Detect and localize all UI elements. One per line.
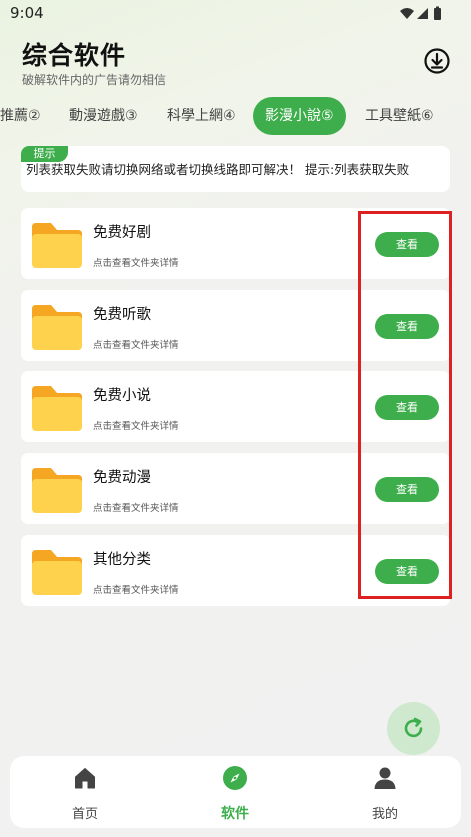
nav-software[interactable]: 软件 bbox=[175, 756, 295, 828]
battery-icon bbox=[434, 8, 441, 20]
nav-label: 我的 bbox=[371, 807, 398, 822]
item-title: 其他分类 bbox=[93, 552, 151, 568]
tab-tools-wallpapers[interactable]: 工具壁紙⑥ bbox=[365, 97, 434, 135]
notice-banner: 提示 列表获取失败请切换网络或者切换线路即可解决！ 提示:列表获取失败 bbox=[21, 146, 450, 192]
item-desc: 点击查看文件夹详情 bbox=[93, 258, 179, 269]
item-desc: 点击查看文件夹详情 bbox=[93, 585, 179, 596]
tab-video-novels[interactable]: 影漫小說⑤ bbox=[253, 97, 346, 135]
item-title: 免费小说 bbox=[93, 388, 151, 404]
tab-vpn[interactable]: 科學上網④ bbox=[167, 97, 236, 135]
folder-icon bbox=[32, 550, 82, 595]
item-title: 免费听歌 bbox=[93, 307, 151, 323]
category-tabs: 推薦② 動漫遊戲③ 科學上網④ 影漫小說⑤ 工具壁紙⑥ bbox=[0, 97, 471, 135]
item-title: 免费动漫 bbox=[93, 470, 151, 486]
signal-icon bbox=[417, 8, 428, 19]
status-time: 9:04 bbox=[10, 4, 44, 22]
notice-text: 列表获取失败请切换网络或者切换线路即可解决！ 提示:列表获取失败 bbox=[26, 162, 410, 177]
home-icon bbox=[75, 768, 95, 789]
nav-home[interactable]: 首页 bbox=[25, 756, 145, 828]
nav-label: 首页 bbox=[71, 807, 98, 822]
refresh-button[interactable] bbox=[387, 702, 440, 755]
folder-icon bbox=[32, 305, 82, 350]
folder-icon bbox=[32, 468, 82, 513]
tab-anime-games[interactable]: 動漫遊戲③ bbox=[69, 97, 138, 135]
app-subtitle: 破解软件内的广告请勿相信 bbox=[22, 73, 167, 87]
status-bar: 9:04 bbox=[0, 0, 471, 28]
wifi-icon bbox=[400, 8, 414, 19]
compass-icon bbox=[223, 766, 247, 790]
highlight-box bbox=[358, 211, 452, 599]
notice-badge: 提示 bbox=[21, 146, 68, 162]
tab-recommend[interactable]: 推薦② bbox=[0, 97, 41, 135]
item-desc: 点击查看文件夹详情 bbox=[93, 421, 179, 432]
item-title: 免费好剧 bbox=[93, 225, 151, 241]
refresh-icon bbox=[404, 717, 423, 738]
nav-mine[interactable]: 我的 bbox=[325, 756, 445, 828]
nav-label: 软件 bbox=[221, 806, 249, 822]
item-desc: 点击查看文件夹详情 bbox=[93, 340, 179, 351]
folder-icon bbox=[32, 386, 82, 431]
bottom-nav: 首页 软件 我的 bbox=[10, 756, 461, 828]
person-icon bbox=[374, 767, 396, 789]
status-icons bbox=[400, 6, 441, 20]
folder-icon bbox=[32, 223, 82, 268]
download-icon[interactable] bbox=[423, 47, 451, 75]
item-desc: 点击查看文件夹详情 bbox=[93, 503, 179, 514]
app-title: 综合软件 bbox=[22, 41, 127, 70]
